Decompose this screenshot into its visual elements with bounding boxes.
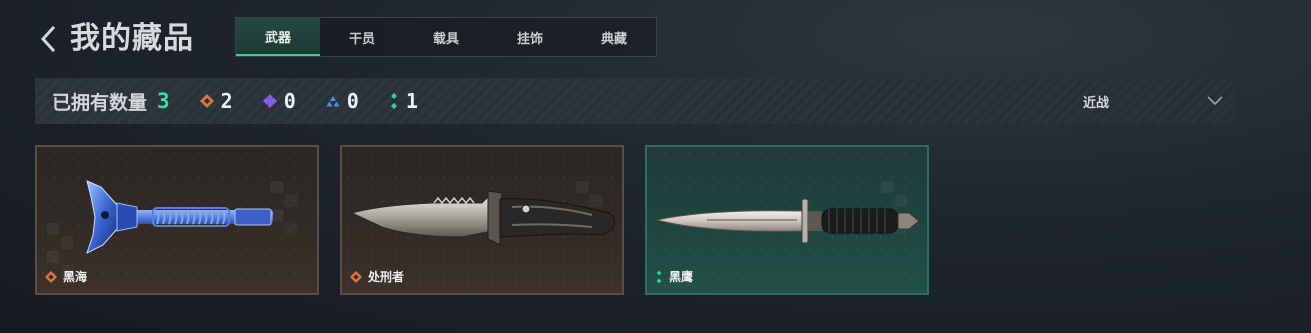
orange-diamond-icon — [45, 270, 57, 283]
rarity-count-green: 1 — [389, 89, 418, 113]
card-name: 黑鹰 — [669, 270, 694, 284]
rarity-count-value: 0 — [346, 89, 359, 113]
weapon-type-dropdown[interactable]: 近战 — [1083, 78, 1223, 124]
collection-card[interactable]: 处刑者 — [340, 145, 624, 295]
tab-vehicles[interactable]: 载具 — [404, 18, 488, 56]
dropdown-selected-value: 近战 — [1083, 94, 1110, 110]
orange-diamond-icon — [350, 270, 362, 283]
orange-diamond-icon — [199, 94, 214, 108]
owned-count-label: 已拥有数量 — [52, 92, 148, 114]
owned-count-value: 3 — [157, 89, 170, 113]
purple-diamond-icon — [262, 94, 277, 108]
card-name: 黑海 — [63, 270, 88, 284]
tab-classics[interactable]: 典藏 — [572, 18, 656, 56]
back-button[interactable] — [36, 24, 60, 54]
card-footer: 处刑者 — [350, 268, 404, 285]
collection-page: 我的藏品 武器 干员 载具 挂饰 典藏 已拥有数量 3 2 0 0 1 近战 黑… — [0, 0, 1311, 333]
green-dots-icon — [656, 270, 662, 283]
blue-triangle-icon — [326, 96, 340, 107]
category-tabs: 武器 干员 载具 挂饰 典藏 — [235, 17, 657, 57]
rarity-count-blue: 0 — [326, 89, 359, 113]
rarity-count-value: 2 — [220, 89, 233, 113]
rarity-count-orange: 2 — [199, 89, 233, 113]
tab-weapons[interactable]: 武器 — [236, 18, 320, 56]
chevron-down-icon — [1207, 96, 1223, 106]
card-name: 处刑者 — [368, 270, 405, 284]
collection-card[interactable]: 黑鹰 — [645, 145, 929, 295]
rarity-count-purple: 0 — [262, 89, 296, 113]
rarity-count-value: 0 — [283, 89, 296, 113]
ownership-summary-bar: 已拥有数量 3 2 0 0 1 近战 — [35, 78, 1235, 124]
page-title: 我的藏品 — [70, 22, 194, 55]
green-dots-icon — [390, 93, 397, 109]
chevron-left-icon — [40, 26, 56, 52]
tab-operators[interactable]: 干员 — [320, 18, 404, 56]
rarity-count-value: 1 — [405, 89, 418, 113]
card-footer: 黑海 — [45, 268, 87, 285]
tab-charms[interactable]: 挂饰 — [488, 18, 572, 56]
card-footer: 黑鹰 — [655, 268, 693, 285]
collection-card[interactable]: 黑海 — [35, 145, 319, 295]
